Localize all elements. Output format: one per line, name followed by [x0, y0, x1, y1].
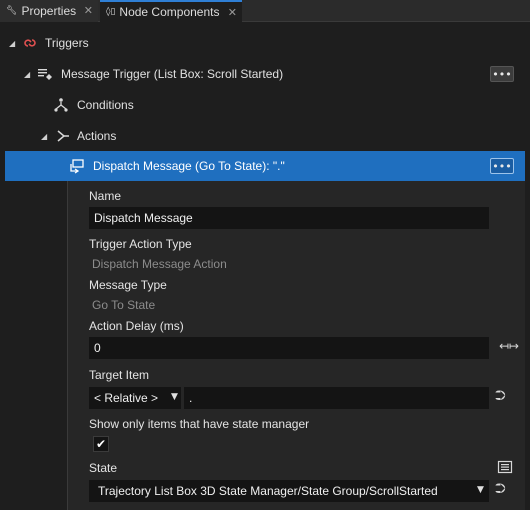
expand-arrow-icon[interactable]: ◢	[41, 132, 47, 141]
tree-item-message-trigger[interactable]: ◢ Message Trigger (List Box: Scroll Star…	[0, 59, 530, 89]
name-field[interactable]: Dispatch Message	[89, 207, 489, 229]
tree-item-actions[interactable]: ◢ Actions	[0, 121, 530, 151]
tree-item-label: Triggers	[45, 36, 89, 50]
more-options-button[interactable]: •••	[490, 66, 514, 82]
state-manager-filter-label: Show only items that have state manager	[89, 417, 310, 431]
close-icon[interactable]: ✕	[84, 4, 93, 17]
state-value: Trajectory List Box 3D State Manager/Sta…	[98, 484, 438, 498]
tab-label: Node Components	[119, 5, 220, 19]
close-icon[interactable]: ✕	[228, 6, 237, 19]
target-item-path-field[interactable]: .	[184, 387, 489, 409]
navigate-to-icon[interactable]: ⮊	[495, 481, 506, 497]
expand-arrow-icon[interactable]: ◢	[24, 70, 30, 79]
chevron-down-icon[interactable]: ▼	[477, 485, 484, 495]
more-options-button[interactable]: •••	[490, 158, 514, 174]
tree-item-label: Dispatch Message (Go To State): "."	[93, 159, 285, 173]
tab-node-components[interactable]: ◊▯ Node Components ✕	[100, 0, 242, 22]
state-manager-icon[interactable]	[497, 459, 513, 475]
message-trigger-icon	[38, 69, 52, 80]
message-type-label: Message Type	[89, 278, 167, 292]
chevron-down-icon[interactable]: ▼	[171, 392, 178, 402]
drag-value-icon[interactable]: ↤↦	[499, 339, 519, 353]
target-item-selected: < Relative >	[94, 391, 159, 405]
target-item-label: Target Item	[89, 368, 150, 382]
tree-item-label: Conditions	[77, 98, 134, 112]
dispatch-message-icon	[70, 159, 84, 174]
tab-bar: 🔧︎ Properties ✕ ◊▯ Node Components ✕	[0, 0, 530, 22]
checkmark-icon: ✔	[95, 437, 107, 451]
conditions-icon	[54, 98, 68, 112]
wrench-icon: 🔧︎	[6, 6, 18, 16]
tree-item-conditions[interactable]: Conditions	[0, 90, 530, 120]
state-dropdown[interactable]: Trajectory List Box 3D State Manager/Sta…	[89, 480, 489, 502]
expand-arrow-icon[interactable]: ◢	[9, 39, 15, 48]
node-components-icon: ◊▯	[106, 7, 116, 17]
target-item-dropdown[interactable]: < Relative >	[89, 387, 181, 409]
state-manager-filter-checkbox[interactable]: ✔	[93, 436, 109, 452]
trigger-action-type-value: Dispatch Message Action	[92, 257, 227, 271]
name-label: Name	[89, 189, 122, 203]
trigger-action-type-label: Trigger Action Type	[89, 237, 192, 251]
state-label: State	[89, 461, 118, 475]
tab-label: Properties	[21, 4, 77, 18]
tree-item-dispatch-message[interactable]: Dispatch Message (Go To State): "." •••	[5, 151, 525, 181]
tree-item-label: Actions	[77, 129, 117, 143]
action-delay-label: Action Delay (ms)	[89, 319, 184, 333]
navigate-to-icon[interactable]: ⮊	[495, 388, 506, 404]
action-delay-field[interactable]: 0	[89, 337, 489, 359]
actions-icon	[57, 130, 69, 142]
tree-item-triggers[interactable]: ◢ Triggers	[0, 28, 530, 58]
tab-properties[interactable]: 🔧︎ Properties ✕	[0, 0, 98, 22]
tree-item-label: Message Trigger (List Box: Scroll Starte…	[61, 67, 284, 81]
triggers-icon	[24, 39, 36, 47]
message-type-value: Go To State	[92, 298, 156, 312]
action-properties-panel: Name Dispatch Message Trigger Action Typ…	[67, 181, 525, 510]
